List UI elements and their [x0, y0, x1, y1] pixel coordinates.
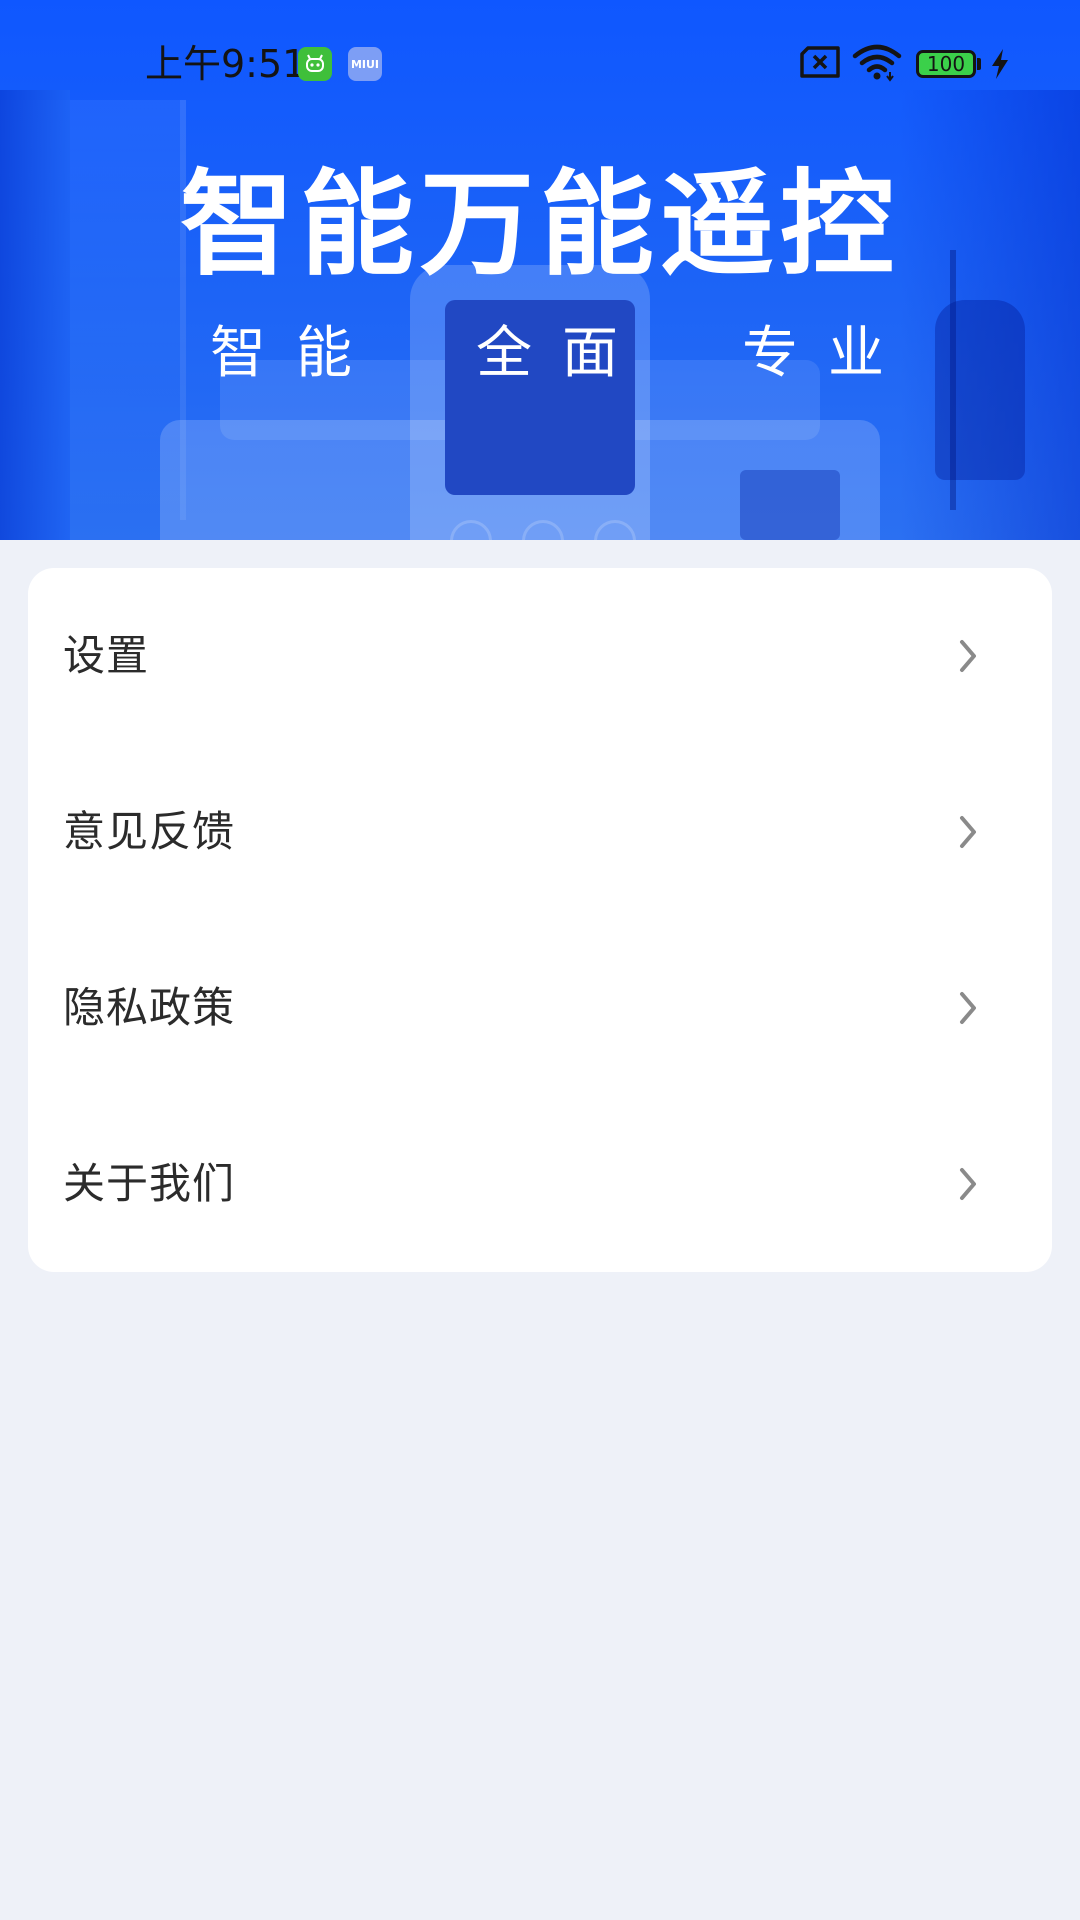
- miui-icon: MIUI: [348, 47, 382, 81]
- coat-decor: [935, 300, 1025, 480]
- menu-item-label: 设置: [63, 631, 150, 680]
- menu-item-feedback[interactable]: 意见反馈: [28, 744, 1052, 920]
- menu-item-settings[interactable]: 设置: [28, 568, 1052, 744]
- hero-subtitle-1: 智能: [210, 321, 382, 386]
- menu-card: 设置 意见反馈 隐私政策 关于我们: [28, 568, 1052, 1272]
- side-table-decor: [740, 470, 840, 540]
- hero-title: 智能万能遥控: [179, 158, 900, 291]
- wifi-icon: [852, 44, 902, 86]
- menu-item-label: 隐私政策: [63, 983, 236, 1032]
- hero-subtitle-2: 全面: [476, 321, 648, 386]
- hero-banner: 智能万能遥控 智能 全面 专业 上午9:51 MIUI 100: [0, 0, 1080, 540]
- menu-item-label: 关于我们: [63, 1159, 236, 1208]
- chevron-right-icon: [956, 990, 980, 1030]
- chevron-right-icon: [956, 1166, 980, 1206]
- battery-indicator: 100: [916, 50, 976, 78]
- charging-lightning-icon: [990, 48, 1010, 84]
- profile-page: 智能万能遥控 智能 全面 专业 上午9:51 MIUI 100 设置 意见反馈 …: [0, 0, 1080, 1920]
- chevron-right-icon: [956, 814, 980, 854]
- menu-item-label: 意见反馈: [63, 807, 236, 856]
- menu-item-about-us[interactable]: 关于我们: [28, 1096, 1052, 1272]
- chevron-right-icon: [956, 638, 980, 678]
- status-time: 上午9:51: [145, 42, 307, 86]
- hero-subtitle-3: 专业: [742, 321, 914, 386]
- android-robot-icon: [298, 47, 332, 81]
- room-wall-decor: [0, 90, 70, 540]
- menu-item-privacy-policy[interactable]: 隐私政策: [28, 920, 1052, 1096]
- battery-nub: [977, 58, 981, 70]
- no-sim-icon: [798, 44, 842, 84]
